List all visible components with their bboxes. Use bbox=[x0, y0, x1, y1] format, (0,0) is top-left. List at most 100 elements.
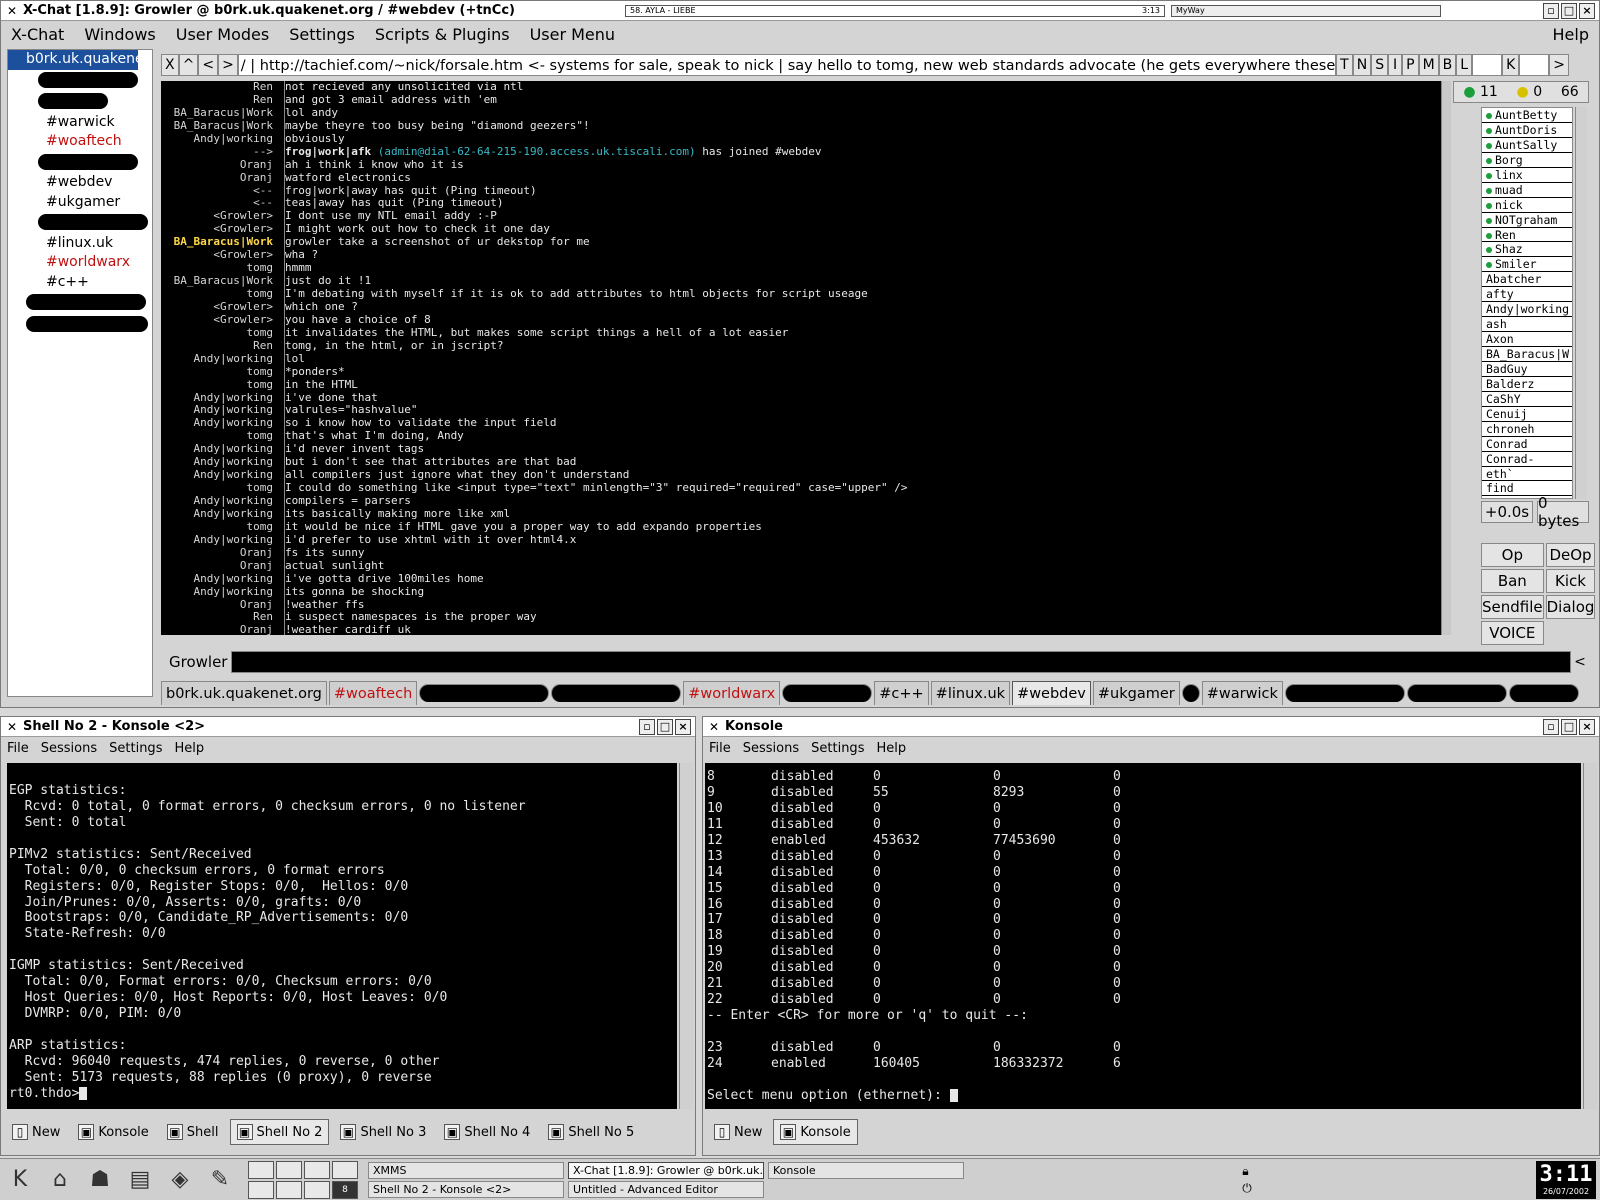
tree-channel[interactable]: #ukgamer bbox=[8, 193, 152, 213]
message-nick[interactable]: Andy|working bbox=[161, 352, 281, 366]
kick-button[interactable]: Kick bbox=[1545, 569, 1596, 593]
message-nick[interactable]: BA_Baracus|Work bbox=[161, 119, 281, 133]
user-list-item[interactable]: Shaz bbox=[1482, 242, 1572, 258]
user-list-item[interactable]: Smiler bbox=[1482, 257, 1572, 273]
channel-tab[interactable]: #worldwarx bbox=[683, 681, 781, 705]
terminal-left[interactable]: EGP statistics: Rcvd: 0 total, 0 format … bbox=[7, 763, 677, 1109]
topic-input[interactable]: / | http://tachief.com/~nick/forsale.htm… bbox=[237, 54, 1337, 76]
myway-applet[interactable]: MyWay bbox=[1171, 4, 1441, 17]
channel-tab[interactable]: #c++ bbox=[874, 681, 929, 705]
dialog-button[interactable]: Dialog bbox=[1545, 595, 1596, 619]
task-advanced-editor[interactable]: Untitled - Advanced Editor bbox=[568, 1180, 764, 1198]
voice-button[interactable]: VOICE bbox=[1481, 621, 1544, 645]
task-xmms[interactable]: XMMS bbox=[368, 1161, 564, 1179]
xmms-applet[interactable]: 58. AYLA - LIEBE 3:13 bbox=[625, 4, 1165, 17]
user-list-item[interactable]: eth` bbox=[1482, 467, 1572, 482]
close-button[interactable]: × bbox=[675, 718, 691, 735]
user-list-item[interactable]: linx bbox=[1482, 168, 1572, 183]
close-button[interactable]: × bbox=[1579, 2, 1595, 19]
maximize-button[interactable]: □ bbox=[657, 718, 673, 735]
channel-tab[interactable]: b0rk.uk.quakenet.org bbox=[161, 681, 327, 705]
message-nick[interactable]: tomg bbox=[161, 326, 281, 340]
tab-redacted[interactable] bbox=[551, 684, 682, 702]
message-nick[interactable]: Oranj bbox=[161, 559, 281, 573]
tab-redacted[interactable] bbox=[419, 684, 550, 702]
session-tab[interactable]: ▣ Shell No 4 bbox=[437, 1119, 537, 1145]
chat-log[interactable]: Ren not recieved any unsolicited via ntl R… bbox=[161, 81, 1441, 635]
user-list-item[interactable]: chroneh bbox=[1482, 422, 1572, 437]
tree-channel[interactable]: #warwick bbox=[8, 113, 152, 133]
key-mode-button[interactable]: K bbox=[1502, 54, 1520, 76]
pager-desktop[interactable] bbox=[276, 1160, 302, 1179]
join-nick[interactable]: frog|work|afk bbox=[285, 145, 371, 158]
topic-next-button[interactable]: > bbox=[218, 54, 238, 76]
tree-channel[interactable]: #c++ bbox=[8, 273, 152, 293]
menu-xchat[interactable]: X-Chat bbox=[1, 25, 74, 44]
user-list-item[interactable]: AuntDoris bbox=[1482, 123, 1572, 138]
user-list-item[interactable]: AuntBetty bbox=[1482, 108, 1572, 123]
message-nick[interactable]: Andy|working bbox=[161, 533, 281, 547]
terminal-right[interactable]: 8 disabled 0 0 0 9 disabled 55 8293 0 10 disabled 0 0… bbox=[705, 763, 1581, 1109]
tab-redacted[interactable] bbox=[1406, 684, 1507, 702]
lock-icon[interactable]: 🔒︎ bbox=[1242, 1164, 1252, 1179]
message-nick[interactable]: tomg bbox=[161, 365, 281, 379]
user-list-item[interactable]: BadGuy bbox=[1482, 362, 1572, 377]
terminal-right-scrollbar[interactable] bbox=[1583, 763, 1597, 1109]
editor-icon[interactable]: ✎ bbox=[203, 1163, 237, 1197]
panel-clock[interactable]: 3:11 26/07/2002 bbox=[1536, 1160, 1596, 1199]
message-nick[interactable]: BA_Baracus|Work bbox=[161, 106, 281, 120]
user-list-item[interactable]: Balderz bbox=[1482, 377, 1572, 392]
topic-arrow-button[interactable]: > bbox=[1549, 54, 1569, 76]
tree-server[interactable]: b0rk.uk.quakenet.org bbox=[8, 50, 152, 70]
maximize-button[interactable]: □ bbox=[1561, 2, 1577, 19]
user-list-item[interactable]: Abatcher bbox=[1482, 272, 1572, 288]
message-nick[interactable]: <Growler> bbox=[161, 313, 281, 327]
user-list-item[interactable]: CaShY bbox=[1482, 392, 1572, 407]
menu-scripts-plugins[interactable]: Scripts & Plugins bbox=[365, 25, 520, 44]
user-list-item[interactable]: Axon bbox=[1482, 332, 1572, 347]
user-list-item[interactable]: afty bbox=[1482, 287, 1572, 303]
tree-channel[interactable]: #webdev bbox=[8, 173, 152, 193]
channel-tab[interactable]: #warwick bbox=[1201, 681, 1283, 705]
session-tab[interactable]: ▣ Shell No 2 bbox=[229, 1119, 330, 1145]
user-list-item[interactable]: Borg bbox=[1482, 153, 1572, 168]
menu-settings[interactable]: Settings bbox=[279, 25, 365, 44]
input-arrow-button[interactable]: < bbox=[1571, 654, 1589, 670]
pager-desktop[interactable] bbox=[276, 1180, 302, 1199]
home-folder-icon[interactable]: ☗ bbox=[83, 1163, 117, 1197]
konsole-right-titlebar[interactable]: ✕ Konsole ▫ □ × bbox=[703, 717, 1599, 737]
message-nick[interactable]: Andy|working bbox=[161, 585, 281, 599]
menu-help[interactable]: Help bbox=[1543, 25, 1599, 44]
mode-button-i[interactable]: I bbox=[1388, 54, 1403, 76]
user-list-item[interactable]: Andy|working bbox=[1482, 302, 1572, 318]
message-nick[interactable]: Oranj bbox=[161, 623, 281, 635]
menu-settings[interactable]: Settings bbox=[805, 741, 870, 756]
minimize-button[interactable]: ▫ bbox=[639, 718, 655, 735]
maximize-button[interactable]: □ bbox=[1561, 718, 1577, 735]
desktop-icon[interactable]: ⌂ bbox=[43, 1163, 77, 1197]
tab-redacted[interactable] bbox=[1284, 684, 1405, 702]
channel-tab[interactable]: #ukgamer bbox=[1092, 681, 1180, 705]
menu-sessions[interactable]: Sessions bbox=[35, 741, 103, 756]
channel-tab[interactable]: #linux.uk bbox=[930, 681, 1011, 705]
chat-scrollbar[interactable] bbox=[1441, 81, 1451, 635]
tab-redacted[interactable] bbox=[1181, 684, 1200, 702]
mode-button-b[interactable]: B bbox=[1438, 54, 1457, 76]
user-list-item[interactable]: muad bbox=[1482, 183, 1572, 198]
message-nick[interactable]: Ren bbox=[161, 93, 281, 107]
pager-desktop[interactable] bbox=[332, 1160, 358, 1179]
user-list-item[interactable]: Cenuij bbox=[1482, 407, 1572, 422]
k-menu-icon[interactable]: K bbox=[3, 1163, 37, 1197]
close-button[interactable]: × bbox=[1579, 718, 1595, 735]
minimize-button[interactable]: ▫ bbox=[1543, 718, 1559, 735]
menu-settings[interactable]: Settings bbox=[103, 741, 168, 756]
mode-button-p[interactable]: P bbox=[1402, 54, 1419, 76]
limit-field[interactable] bbox=[1472, 54, 1503, 76]
user-list-item[interactable]: NOTgraham bbox=[1482, 213, 1572, 228]
channel-tab[interactable]: #woaftech bbox=[328, 681, 418, 705]
tree-item-redacted[interactable] bbox=[8, 294, 152, 314]
tree-channel[interactable]: #woaftech bbox=[8, 132, 152, 152]
message-nick[interactable]: Oranj bbox=[161, 546, 281, 560]
pager-desktop[interactable] bbox=[304, 1180, 330, 1199]
session-tab[interactable]: ▣ Shell No 5 bbox=[541, 1119, 641, 1145]
